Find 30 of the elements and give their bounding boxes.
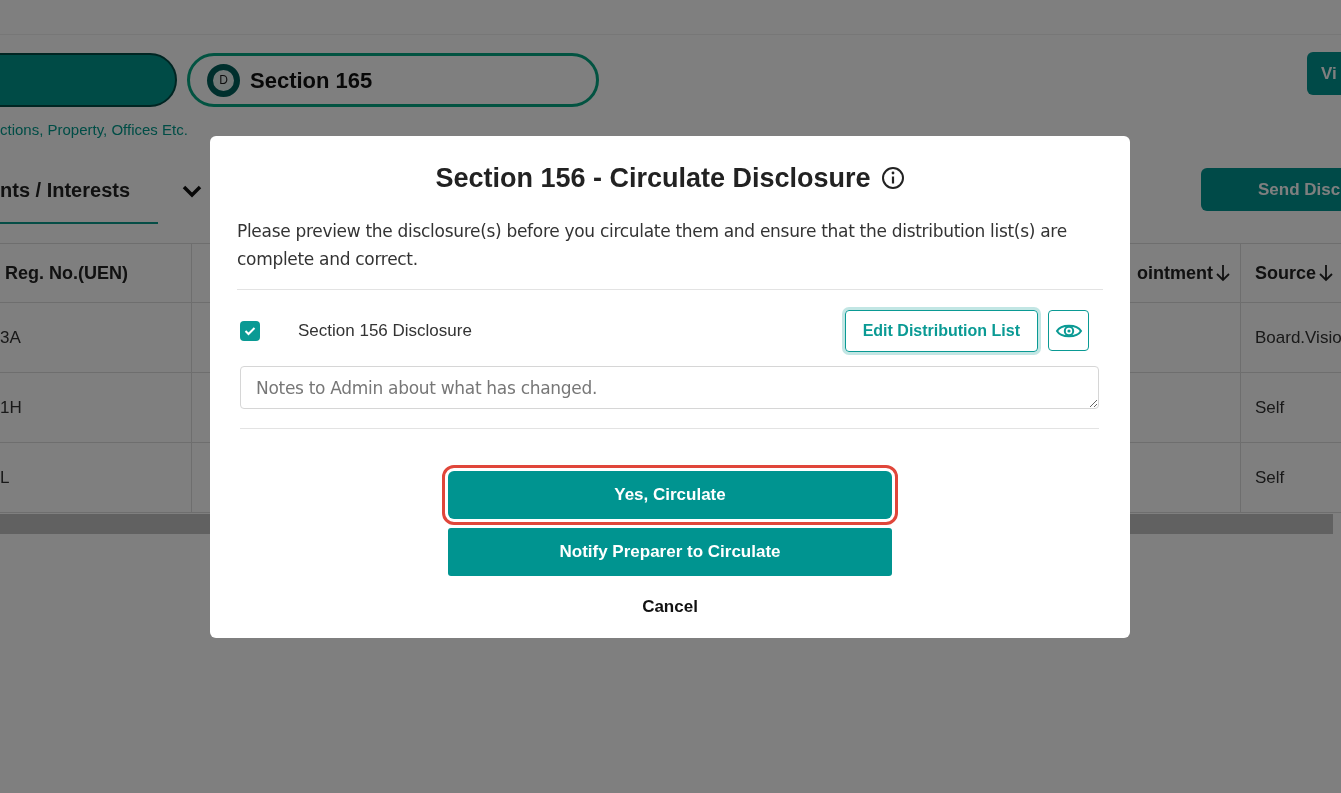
subtitle: ctions, Property, Offices Etc. bbox=[0, 120, 188, 140]
table-cell-text: Self bbox=[1255, 396, 1285, 419]
dialog-button[interactable]: Cancel bbox=[632, 591, 708, 622]
checkbox[interactable] bbox=[240, 320, 260, 341]
table-cell-text: 1H bbox=[0, 396, 22, 419]
table-cell-text: L bbox=[0, 466, 10, 489]
view-button[interactable]: Vi bbox=[1307, 52, 1341, 95]
table-cell-text: Self bbox=[1255, 466, 1285, 489]
sort-arrow-icon[interactable] bbox=[1319, 264, 1334, 282]
info-icon[interactable] bbox=[880, 166, 905, 191]
column-header[interactable]: Reg. No.(UEN) bbox=[5, 259, 128, 287]
disclosure-label: Section 156 Disclosure bbox=[298, 319, 472, 342]
table-cell-text: 3A bbox=[0, 326, 21, 349]
chevron-down-icon[interactable] bbox=[182, 185, 202, 198]
preview-button[interactable] bbox=[1048, 310, 1089, 351]
edit-distribution-list-button[interactable]: Edit Distribution List bbox=[844, 309, 1038, 352]
dialog-title: Section 156 - Circulate Disclosure bbox=[435, 162, 871, 195]
notes-field[interactable]: Notes to Admin about what has changed. bbox=[240, 365, 1099, 409]
column-header[interactable]: Source bbox=[1255, 259, 1317, 287]
sort-arrow-icon[interactable] bbox=[1216, 264, 1230, 282]
section-badge: D bbox=[207, 63, 240, 97]
section-pill[interactable] bbox=[0, 53, 177, 107]
column-header[interactable]: ointment bbox=[1137, 259, 1213, 287]
tab[interactable]: nts / Interests bbox=[0, 157, 158, 224]
section-pill[interactable]: D Section 165 bbox=[187, 53, 599, 107]
dialog-button[interactable]: Notify Preparer to Circulate bbox=[448, 527, 892, 576]
send-button[interactable]: Send Disc bbox=[1201, 168, 1341, 211]
dialog-message: Please preview the disclosure(s) before you circulate them and ensure that the distribution list(s) are complete and correct. bbox=[237, 219, 1068, 271]
table-cell-text: Board.Visio bbox=[1255, 326, 1341, 349]
check-icon bbox=[244, 325, 256, 336]
